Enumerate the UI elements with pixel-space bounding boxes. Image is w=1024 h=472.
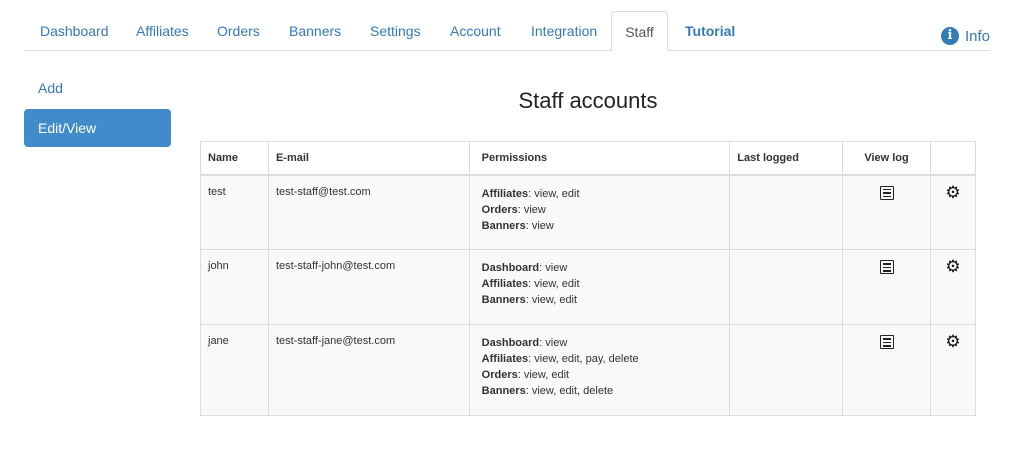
info-circle-icon: i: [940, 27, 959, 45]
cell-email: test-staff-jane@test.com: [267, 324, 470, 416]
permission-line: Orders: view, edit: [481, 369, 570, 381]
cell-last-logged: [729, 249, 844, 325]
cell-name: john: [200, 249, 269, 325]
table-row: john test-staff-john@test.com Dashboard:…: [200, 249, 977, 325]
permission-line: Affiliates: view, edit, pay, delete: [481, 353, 639, 365]
permission-line: Dashboard: view: [481, 262, 568, 274]
info-link[interactable]: i Info: [940, 25, 990, 47]
permission-line: Dashboard: view: [481, 337, 568, 349]
permission-line: Orders: view: [481, 203, 546, 216]
view-log-icon[interactable]: [879, 185, 894, 200]
header-last-logged: Last logged: [729, 141, 844, 176]
page-title: Staff accounts: [518, 88, 658, 113]
cell-view-log: [842, 249, 931, 325]
cell-view-log: [842, 324, 931, 416]
permission-line: Banners: view: [481, 219, 554, 232]
table-row: jane test-staff-jane@test.com Dashboard:…: [200, 324, 977, 416]
cell-permissions: Dashboard: view Affiliates: view, edit, …: [468, 324, 731, 416]
tab-staff[interactable]: Staff: [611, 11, 668, 52]
tab-orders[interactable]: Orders: [217, 11, 260, 51]
header-view-log: View log: [842, 141, 931, 176]
permission-line: Affiliates: view, edit: [481, 187, 580, 200]
cell-name: test: [200, 174, 269, 250]
permission-line: Banners: view, edit: [481, 294, 578, 306]
header-actions: [929, 141, 977, 176]
sidebar-item-add[interactable]: Add: [24, 69, 171, 107]
gear-icon[interactable]: ⚙: [945, 184, 960, 201]
cell-last-logged: [729, 174, 844, 250]
cell-view-log: [842, 174, 931, 250]
header-permissions: Permissions: [468, 141, 731, 176]
cell-settings: ⚙: [929, 249, 977, 325]
permission-line: Affiliates: view, edit: [481, 278, 580, 290]
table-row: test test-staff@test.com Affiliates: vie…: [200, 174, 977, 250]
cell-settings: ⚙: [929, 174, 977, 250]
tab-dashboard[interactable]: Dashboard: [40, 11, 109, 51]
header-name: Name: [200, 141, 269, 176]
permission-line: Banners: view, edit, delete: [481, 385, 614, 397]
sidebar-item-edit-view[interactable]: Edit/View: [24, 109, 171, 147]
cell-email: test-staff-john@test.com: [267, 249, 470, 325]
cell-settings: ⚙: [929, 324, 977, 416]
staff-table: Name E-mail Permissions Last logged View…: [200, 141, 977, 416]
tab-tutorial[interactable]: Tutorial: [685, 11, 735, 51]
tab-account[interactable]: Account: [450, 11, 501, 51]
tab-settings[interactable]: Settings: [370, 11, 421, 51]
gear-icon[interactable]: ⚙: [945, 259, 960, 276]
cell-permissions: Dashboard: view Affiliates: view, edit B…: [468, 249, 731, 325]
view-log-icon[interactable]: [879, 260, 894, 274]
cell-email: test-staff@test.com: [267, 174, 470, 250]
tab-integration[interactable]: Integration: [531, 11, 597, 51]
table-header-row: Name E-mail Permissions Last logged View…: [200, 141, 977, 176]
tab-affiliates[interactable]: Affiliates: [136, 11, 189, 51]
header-email: E-mail: [267, 141, 470, 176]
tab-banners[interactable]: Banners: [289, 11, 341, 51]
nav-tabs: Dashboard Affiliates Orders Banners Sett…: [24, 11, 990, 52]
view-log-icon[interactable]: [879, 335, 894, 349]
cell-permissions: Affiliates: view, edit Orders: view Bann…: [468, 174, 731, 250]
gear-icon[interactable]: ⚙: [945, 334, 960, 351]
info-label: Info: [964, 27, 990, 45]
cell-last-logged: [729, 324, 844, 416]
cell-name: jane: [200, 324, 269, 416]
